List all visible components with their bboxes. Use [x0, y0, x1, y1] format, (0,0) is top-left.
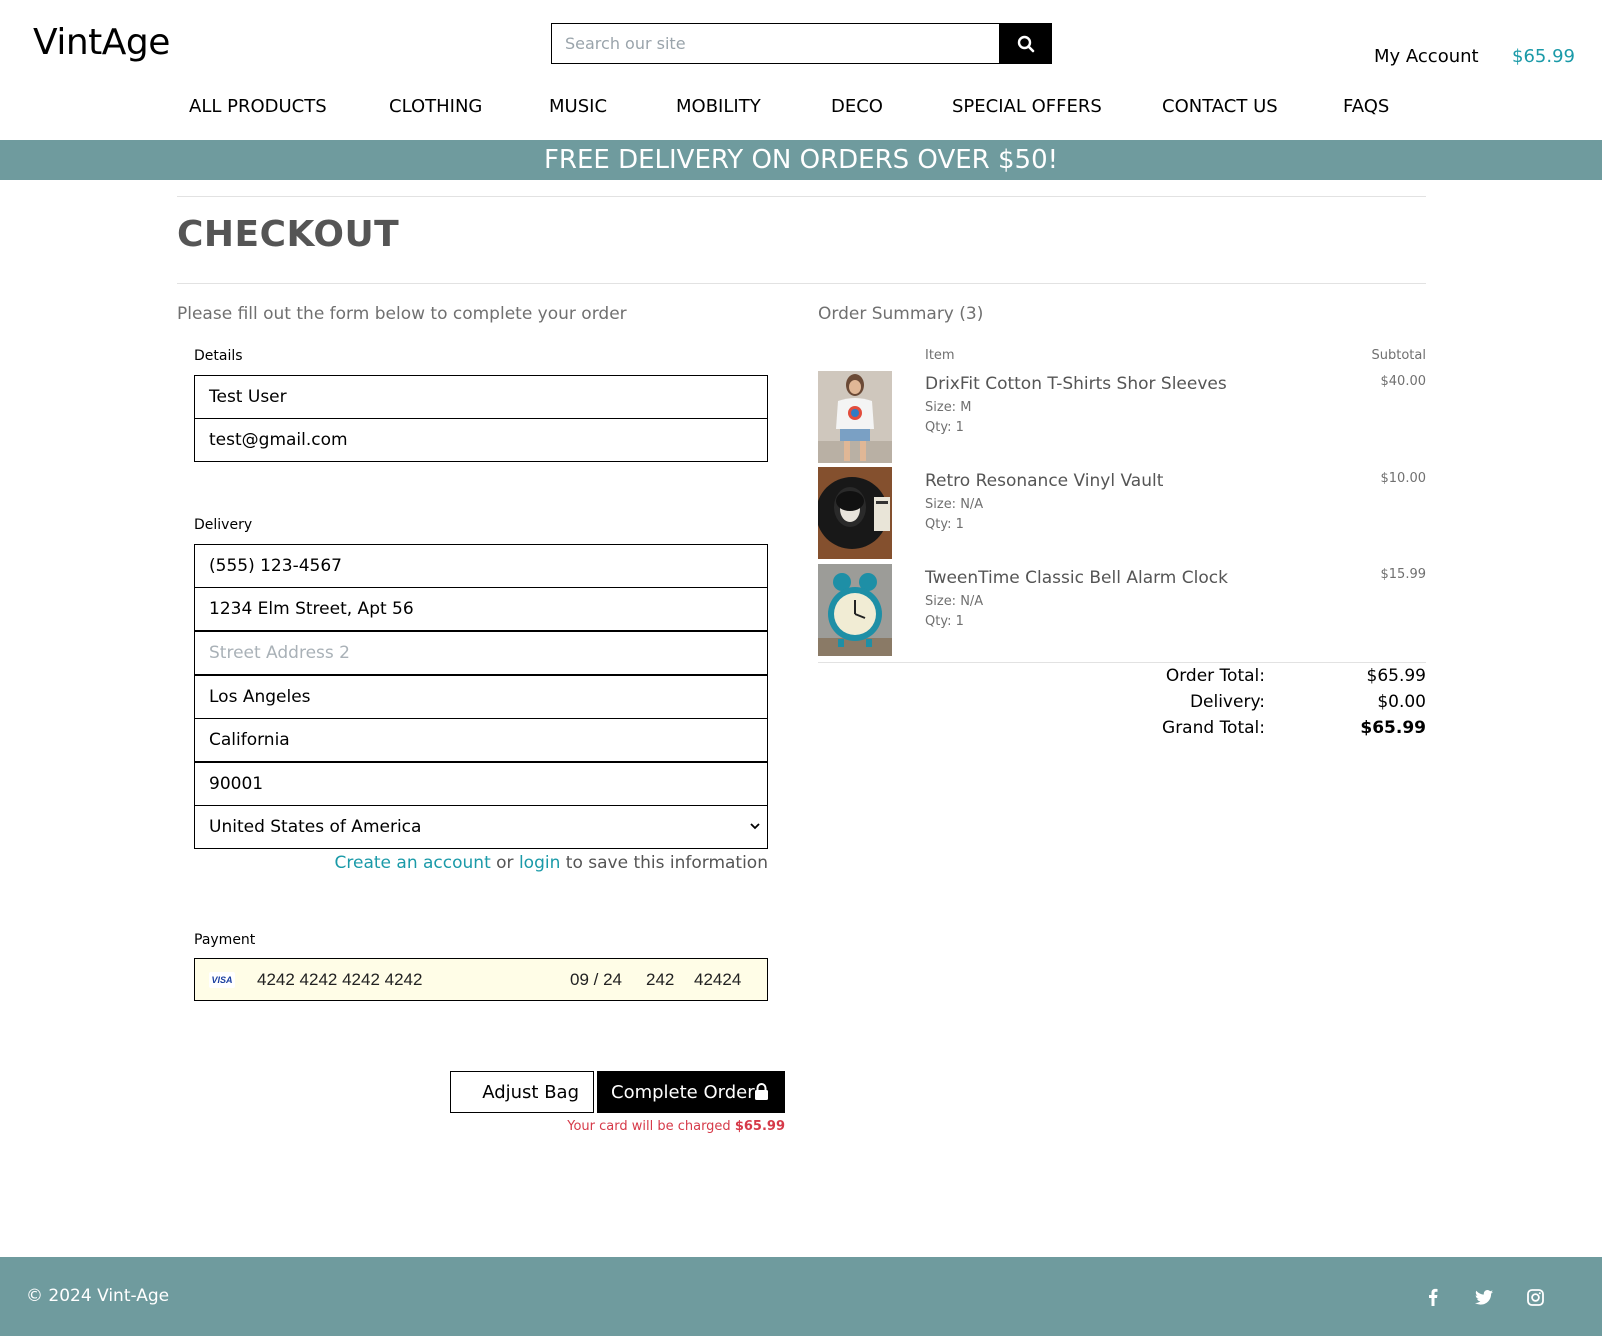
charge-note: Your card will be charged $65.99 [450, 1119, 785, 1134]
vinyl-record-photo[interactable] [818, 467, 892, 559]
visa-icon: VISA [209, 971, 235, 988]
address2-field[interactable]: Street Address 2 [194, 631, 768, 675]
details-label: Details [194, 348, 243, 364]
grand-total-value: $65.99 [1360, 718, 1426, 738]
page-title: CHECKOUT [177, 214, 400, 255]
country-select[interactable]: United States of America [194, 805, 768, 849]
card-expiry[interactable]: 09 / 24 [570, 970, 622, 990]
twitter-icon[interactable] [1474, 1287, 1494, 1307]
item-qty: Qty: 1 [925, 517, 964, 532]
card-cvc[interactable]: 242 [646, 970, 674, 990]
nav-special-offers[interactable]: SPECIAL OFFERS [952, 96, 1102, 117]
order-total-label: Order Total: [1165, 666, 1265, 686]
country-selected-value: United States of America [209, 817, 422, 837]
search-button[interactable] [999, 23, 1052, 64]
order-summary-title: Order Summary (3) [818, 304, 984, 324]
order-total-value: $65.99 [1366, 666, 1426, 686]
item-size: Size: N/A [925, 497, 984, 512]
charge-amount: $65.99 [734, 1119, 785, 1134]
card-number[interactable]: 4242 4242 4242 4242 [257, 970, 422, 990]
divider [177, 196, 1426, 197]
item-name[interactable]: DrixFit Cotton T-Shirts Shor Sleeves [925, 374, 1227, 394]
address1-field[interactable]: 1234 Elm Street, Apt 56 [194, 587, 768, 631]
site-logo[interactable]: VintAge [33, 22, 170, 63]
cart-total-link[interactable]: $65.99 [1512, 46, 1575, 67]
or-text: or [490, 853, 519, 873]
zip-field[interactable]: 90001 [194, 762, 768, 806]
search-bar [551, 23, 1052, 64]
copyright-text: © 2024 Vint-Age [26, 1286, 170, 1306]
grand-total-label: Grand Total: [1162, 718, 1265, 738]
complete-order-button[interactable]: Complete Order [597, 1071, 785, 1113]
item-name[interactable]: TweenTime Classic Bell Alarm Clock [925, 568, 1228, 588]
search-icon [1017, 35, 1034, 52]
lock-icon [755, 1083, 768, 1100]
name-field[interactable]: Test User [194, 375, 768, 419]
item-price: $40.00 [1380, 374, 1427, 389]
email-field[interactable]: test@gmail.com [194, 418, 768, 462]
adjust-bag-button[interactable]: Adjust Bag [450, 1071, 594, 1113]
item-qty: Qty: 1 [925, 420, 964, 435]
subtotal-column-header: Subtotal [1371, 348, 1426, 363]
main-nav: ALL PRODUCTS CLOTHING MUSIC MOBILITY DEC… [0, 96, 1602, 124]
item-price: $15.99 [1380, 567, 1427, 582]
nav-mobility[interactable]: MOBILITY [676, 96, 761, 117]
divider [177, 283, 1426, 284]
form-intro: Please fill out the form below to comple… [177, 304, 627, 324]
my-account-link[interactable]: My Account [1374, 46, 1479, 67]
delivery-total-value: $0.00 [1377, 692, 1426, 712]
alarm-clock-photo[interactable] [818, 564, 892, 656]
item-qty: Qty: 1 [925, 614, 964, 629]
nav-music[interactable]: MUSIC [549, 96, 607, 117]
card-postal[interactable]: 42424 [694, 970, 741, 990]
instagram-icon[interactable] [1525, 1287, 1545, 1307]
chevron-down-icon [750, 823, 760, 830]
item-size: Size: N/A [925, 594, 984, 609]
complete-order-label: Complete Order [611, 1081, 755, 1103]
item-price: $10.00 [1380, 471, 1427, 486]
site-footer: © 2024 Vint-Age [0, 1257, 1602, 1336]
save-info-suffix: to save this information [560, 853, 768, 873]
free-delivery-banner: FREE DELIVERY ON ORDERS OVER $50! [0, 140, 1602, 180]
delivery-label: Delivery [194, 517, 253, 533]
tshirt-photo[interactable] [818, 371, 892, 463]
nav-all-products[interactable]: ALL PRODUCTS [189, 96, 327, 117]
payment-label: Payment [194, 932, 256, 948]
charge-note-text: Your card will be charged [567, 1119, 735, 1134]
nav-contact-us[interactable]: CONTACT US [1162, 96, 1278, 117]
nav-faqs[interactable]: FAQS [1343, 96, 1389, 117]
city-field[interactable]: Los Angeles [194, 675, 768, 719]
login-link[interactable]: login [519, 853, 560, 873]
nav-clothing[interactable]: CLOTHING [389, 96, 482, 117]
nav-deco[interactable]: DECO [831, 96, 883, 117]
state-field[interactable]: California [194, 718, 768, 762]
item-column-header: Item [925, 348, 955, 363]
item-size: Size: M [925, 400, 972, 415]
item-name[interactable]: Retro Resonance Vinyl Vault [925, 471, 1163, 491]
phone-field[interactable]: (555) 123-4567 [194, 544, 768, 588]
divider [818, 662, 1426, 663]
create-account-link[interactable]: Create an account [335, 853, 491, 873]
delivery-total-label: Delivery: [1189, 692, 1265, 712]
card-input[interactable]: VISA 4242 4242 4242 4242 09 / 24 242 424… [194, 958, 768, 1001]
save-info-text: Create an account or login to save this … [194, 853, 768, 873]
facebook-icon[interactable] [1423, 1287, 1443, 1307]
search-input[interactable] [551, 23, 999, 64]
